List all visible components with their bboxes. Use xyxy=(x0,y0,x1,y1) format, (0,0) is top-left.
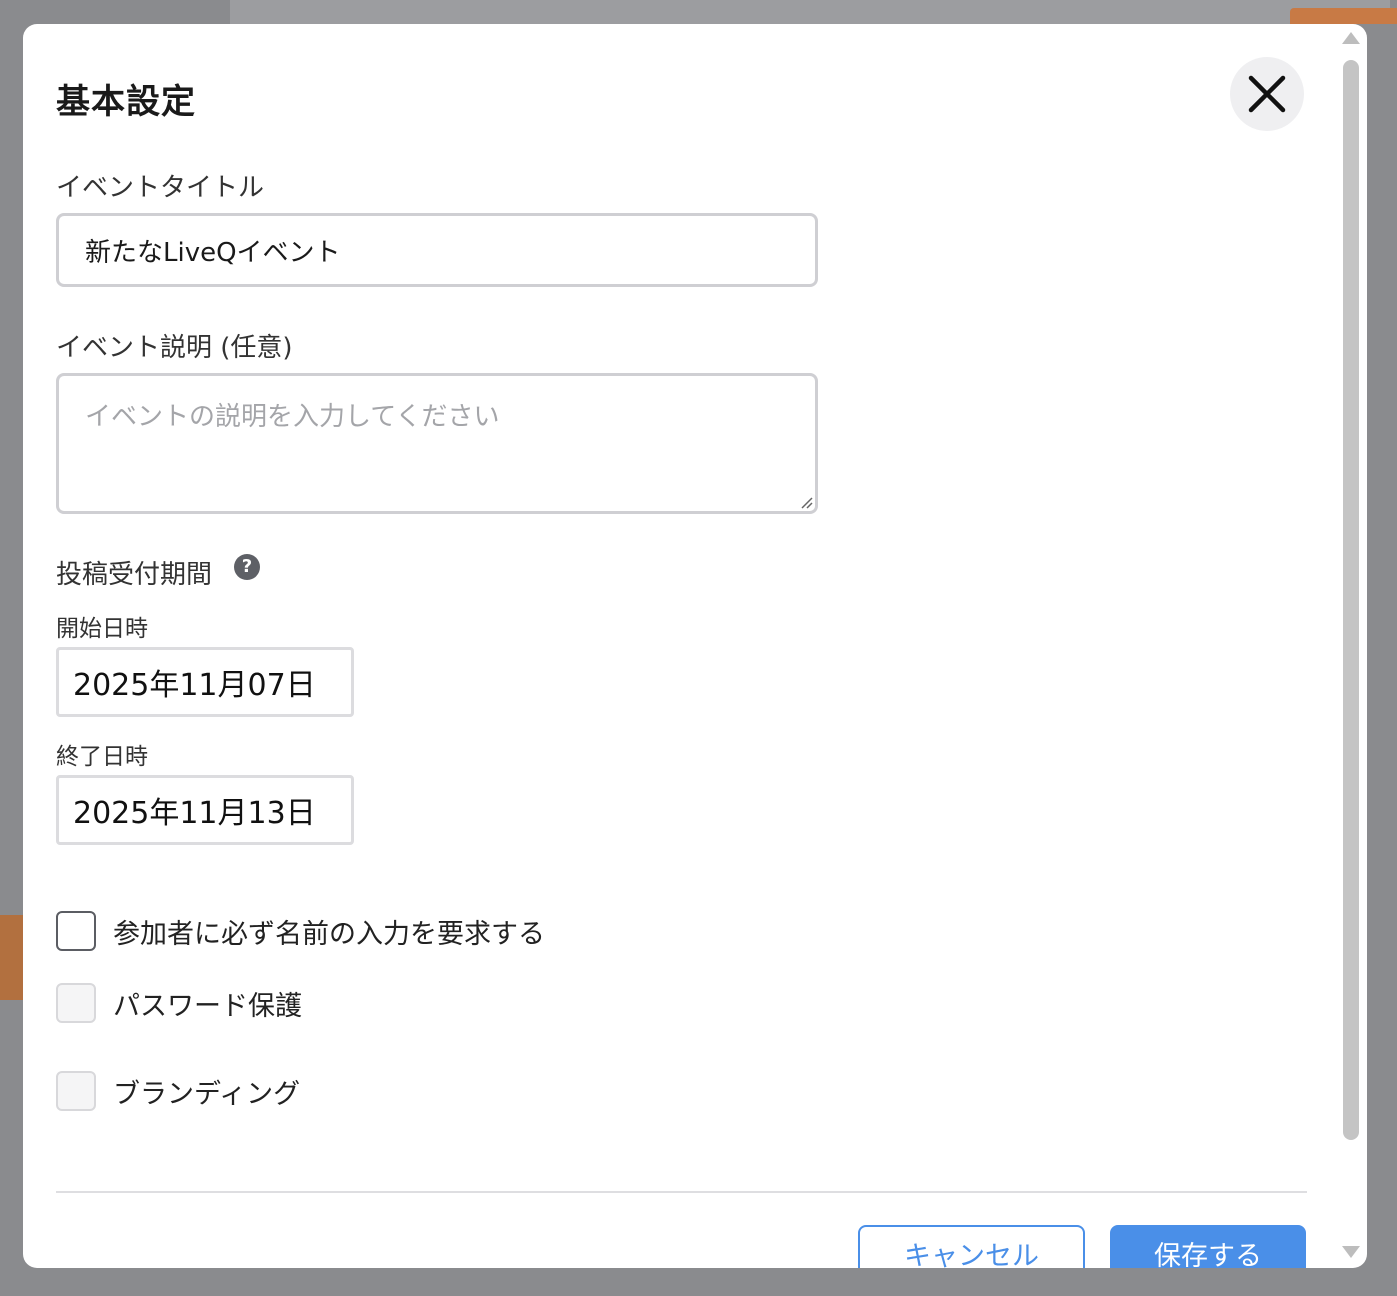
end-date-value: 2025年11月13日 xyxy=(73,796,316,831)
cancel-button[interactable]: キャンセル xyxy=(858,1225,1085,1268)
footer-divider xyxy=(56,1191,1307,1193)
page-backdrop xyxy=(230,0,1390,24)
require-name-label: 参加者に必ず名前の入力を要求する xyxy=(113,918,545,950)
dialog-title: 基本設定 xyxy=(56,82,196,122)
start-datetime-label: 開始日時 xyxy=(56,616,148,642)
posting-period-label: 投稿受付期間 xyxy=(56,560,213,590)
scroll-thumb[interactable] xyxy=(1343,60,1359,1140)
password-protect-option[interactable]: パスワード保護 xyxy=(56,983,302,1023)
backdrop-accent-left xyxy=(0,915,23,1000)
backdrop-accent xyxy=(1290,8,1397,24)
scroll-down-arrow-icon[interactable] xyxy=(1342,1246,1360,1258)
start-date-value: 2025年11月07日 xyxy=(73,668,316,703)
branding-checkbox[interactable] xyxy=(56,1071,96,1111)
require-name-option[interactable]: 参加者に必ず名前の入力を要求する xyxy=(56,911,545,951)
end-date-input[interactable]: 2025年11月13日 xyxy=(56,775,354,845)
settings-dialog: 基本設定 イベントタイトル イベント説明 (任意) 投稿受付期間 ? 開始日時 … xyxy=(23,24,1367,1268)
start-date-input[interactable]: 2025年11月07日 xyxy=(56,647,354,717)
event-title-input[interactable] xyxy=(56,213,818,287)
event-title-label: イベントタイトル xyxy=(56,173,265,203)
branding-option[interactable]: ブランディング xyxy=(56,1071,300,1111)
scroll-up-arrow-icon[interactable] xyxy=(1342,32,1360,44)
require-name-checkbox[interactable] xyxy=(56,911,96,951)
close-icon xyxy=(1248,75,1286,113)
save-button[interactable]: 保存する xyxy=(1110,1225,1306,1268)
vertical-scrollbar[interactable] xyxy=(1341,24,1367,1268)
password-protect-label: パスワード保護 xyxy=(113,990,302,1022)
question-circle-icon[interactable]: ? xyxy=(234,554,260,580)
password-protect-checkbox[interactable] xyxy=(56,983,96,1023)
close-button[interactable] xyxy=(1230,57,1304,131)
resize-handle-icon[interactable] xyxy=(799,495,813,509)
event-description-input[interactable] xyxy=(59,376,815,511)
event-description-label: イベント説明 (任意) xyxy=(56,333,293,363)
event-description-field xyxy=(56,373,818,514)
branding-label: ブランディング xyxy=(113,1078,301,1110)
end-datetime-label: 終了日時 xyxy=(56,744,148,770)
